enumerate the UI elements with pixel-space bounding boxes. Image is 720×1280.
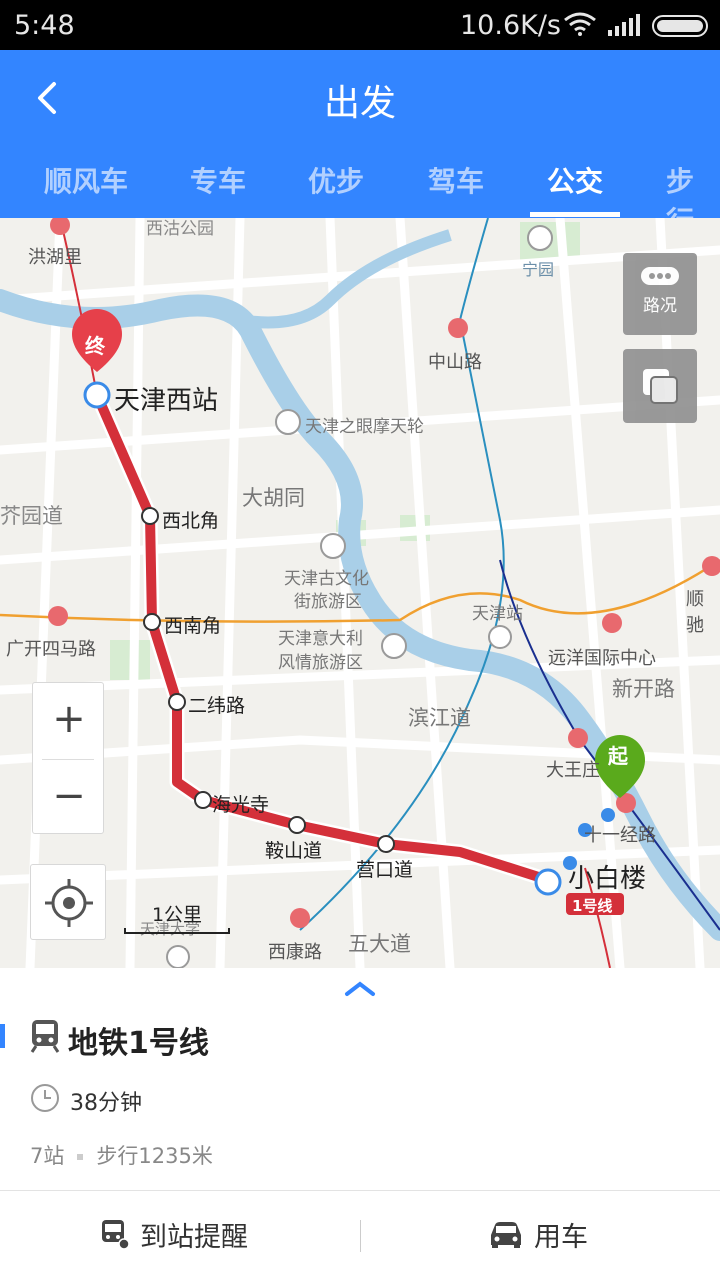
action-separator bbox=[360, 1220, 361, 1252]
place-label: 滨江道 bbox=[408, 706, 471, 730]
place-label: 街旅游区 bbox=[294, 592, 362, 612]
station-label: 西北角 bbox=[162, 510, 220, 532]
tab-premier[interactable]: 专车 bbox=[190, 160, 246, 200]
place-label: 天津意大利 bbox=[278, 629, 363, 649]
place-label: 天津古文化 bbox=[284, 569, 369, 589]
locate-icon bbox=[45, 879, 93, 927]
station-label: 天津西站 bbox=[114, 386, 219, 416]
clock-icon bbox=[31, 1084, 59, 1112]
route-meta: 7站 步行1235米 bbox=[30, 1140, 213, 1170]
bus-alert-icon bbox=[102, 1220, 130, 1250]
place-label: 五大道 bbox=[348, 932, 411, 956]
arrival-alert-button[interactable]: 到站提醒 bbox=[100, 1204, 248, 1264]
place-label: 大胡同 bbox=[242, 486, 305, 510]
status-bar: 5:48 10.6K/s bbox=[0, 0, 720, 50]
place-label: 广开四马路 bbox=[6, 639, 96, 660]
place-label: 天津之眼摩天轮 bbox=[305, 417, 424, 437]
place-label: 风情旅游区 bbox=[278, 653, 363, 673]
map-scale: 1公里 bbox=[124, 900, 230, 934]
layers-icon bbox=[643, 369, 678, 404]
traffic-label: 路况 bbox=[643, 296, 677, 316]
header: 出发 顺风车 专车 优步 驾车 公交 步行 bbox=[0, 50, 720, 238]
route-indicator bbox=[0, 1024, 5, 1048]
ride-button[interactable]: 用车 bbox=[488, 1204, 588, 1264]
place-label: 西康路 bbox=[268, 942, 322, 963]
stop-count: 7站 bbox=[30, 1144, 65, 1168]
locate-button[interactable] bbox=[30, 864, 106, 940]
page-title: 出发 bbox=[323, 83, 396, 124]
tab-drive[interactable]: 驾车 bbox=[428, 160, 484, 200]
status-time: 5:48 bbox=[14, 10, 75, 41]
place-label: 天津站 bbox=[472, 604, 523, 624]
traffic-icon bbox=[641, 267, 679, 285]
layers-button[interactable] bbox=[623, 349, 697, 423]
place-label: 宁园 bbox=[522, 260, 555, 279]
place-label: 芥园道 bbox=[0, 504, 63, 528]
subway-icon bbox=[30, 1020, 60, 1053]
cell-signal-icon bbox=[608, 14, 640, 36]
route-panel: 地铁1号线 38分钟 7站 步行1235米 到站提醒 用车 bbox=[0, 968, 720, 1280]
screen: 5:48 10.6K/s 出发 顺风车 专车 优步 驾车 公交 步行 bbox=[0, 0, 720, 1280]
tab-transit[interactable]: 公交 bbox=[547, 160, 603, 200]
place-label: 十一经路 bbox=[584, 825, 656, 846]
zoom-control: + − bbox=[32, 682, 104, 834]
arrival-alert-label: 到站提醒 bbox=[140, 1221, 248, 1253]
marker-end-label: 终 bbox=[85, 334, 105, 358]
meta-separator bbox=[77, 1154, 84, 1160]
mode-tabs: 顺风车 专车 优步 驾车 公交 步行 bbox=[0, 150, 720, 238]
wifi-icon bbox=[564, 12, 596, 36]
tab-hitch[interactable]: 顺风车 bbox=[44, 160, 128, 200]
traffic-button[interactable]: 路况 bbox=[623, 253, 697, 335]
ride-label: 用车 bbox=[534, 1221, 588, 1253]
tab-uber[interactable]: 优步 bbox=[308, 160, 364, 200]
place-label: 新开路 bbox=[612, 677, 675, 701]
place-label: 中山路 bbox=[428, 352, 482, 373]
place-label: 顺驰 bbox=[686, 589, 704, 636]
scale-label: 1公里 bbox=[151, 904, 203, 926]
place-label: 大王庄 bbox=[546, 760, 600, 781]
station-label: 海光寺 bbox=[212, 794, 270, 816]
zoom-out-button[interactable]: − bbox=[33, 760, 105, 836]
place-label: 远洋国际中心 bbox=[548, 648, 656, 669]
route-duration: 38分钟 bbox=[70, 1091, 142, 1116]
place-label: 洪湖里 bbox=[28, 247, 82, 268]
station-label: 二纬路 bbox=[188, 695, 246, 717]
panel-divider bbox=[0, 1190, 720, 1191]
walk-distance: 步行1235米 bbox=[96, 1144, 213, 1168]
expand-panel-icon[interactable] bbox=[343, 978, 377, 998]
battery-icon bbox=[652, 15, 708, 37]
map-view[interactable]: 终 起 1号线 天津西站 西北角 西南角 二纬路 海光寺 鞍山道 营口道 小白楼… bbox=[0, 218, 720, 968]
route-title: 地铁1号线 bbox=[68, 1026, 209, 1061]
car-icon bbox=[491, 1222, 521, 1248]
zoom-in-button[interactable]: + bbox=[33, 683, 105, 759]
place-label: 西沽公园 bbox=[146, 219, 214, 239]
station-label: 小白楼 bbox=[568, 864, 647, 894]
station-label: 营口道 bbox=[356, 859, 414, 881]
line-badge: 1号线 bbox=[572, 897, 613, 915]
station-label: 西南角 bbox=[164, 615, 222, 637]
active-tab-indicator bbox=[530, 212, 620, 217]
station-label: 鞍山道 bbox=[265, 840, 323, 862]
network-speed: 10.6K/s bbox=[460, 10, 561, 41]
marker-start-label: 起 bbox=[608, 744, 628, 768]
